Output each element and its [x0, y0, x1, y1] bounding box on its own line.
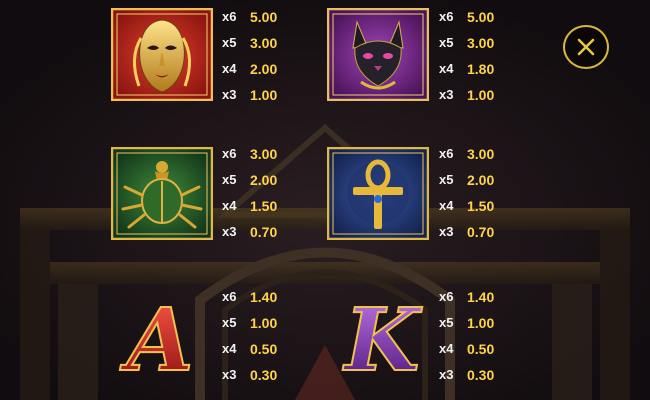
payout-value: 2.00: [250, 172, 278, 188]
payout-value: 5.00: [467, 9, 495, 25]
pay-row: x5 3.00: [222, 30, 312, 56]
pay-row: x5 2.00: [439, 167, 529, 193]
payout-value: 1.40: [467, 289, 495, 305]
count-label: x5: [439, 172, 454, 187]
payout-value: 1.00: [250, 87, 278, 103]
pay-row: x4 0.50: [222, 336, 312, 362]
payout-value: 5.00: [250, 9, 278, 25]
count-label: x3: [222, 87, 237, 102]
pay-row: x3 0.70: [439, 219, 529, 245]
pay-row: x4 1.50: [439, 193, 529, 219]
ankh-icon: [327, 147, 429, 240]
pay-row: x6 3.00: [222, 141, 312, 167]
payout-value: 0.70: [250, 224, 278, 240]
count-label: x4: [439, 341, 454, 356]
count-label: x4: [222, 341, 237, 356]
pay-row: x5 1.00: [222, 310, 312, 336]
count-label: x3: [439, 367, 454, 382]
paytable-letter-a: x6 1.40 x5 1.00 x4 0.50 x3 0.30: [222, 284, 312, 388]
payout-value: 3.00: [467, 35, 495, 51]
payout-value: 1.50: [467, 198, 495, 214]
payout-value: 0.50: [467, 341, 495, 357]
letter-k-glyph: K: [342, 290, 423, 382]
count-label: x6: [439, 289, 454, 304]
paytable-bastet-cat: x6 5.00 x5 3.00 x4 1.80 x3 1.00: [439, 4, 529, 108]
pay-row: x5 1.00: [439, 310, 529, 336]
count-label: x6: [222, 146, 237, 161]
count-label: x5: [222, 172, 237, 187]
pay-row: x6 1.40: [439, 284, 529, 310]
count-label: x5: [222, 35, 237, 50]
letter-a-glyph: A: [120, 290, 194, 382]
count-label: x5: [222, 315, 237, 330]
pay-row: x3 1.00: [222, 82, 312, 108]
pay-row: x5 2.00: [222, 167, 312, 193]
count-label: x4: [222, 61, 237, 76]
count-label: x6: [222, 289, 237, 304]
pay-row: x4 0.50: [439, 336, 529, 362]
payout-value: 1.00: [467, 315, 495, 331]
pay-row: x3 0.70: [222, 219, 312, 245]
count-label: x3: [439, 87, 454, 102]
payout-value: 1.00: [467, 87, 495, 103]
count-label: x5: [439, 315, 454, 330]
payout-value: 3.00: [250, 35, 278, 51]
paytable-ankh: x6 3.00 x5 2.00 x4 1.50 x3 0.70: [439, 141, 529, 245]
payout-value: 2.00: [250, 61, 278, 77]
count-label: x6: [222, 9, 237, 24]
payout-value: 3.00: [467, 146, 495, 162]
pay-row: x6 5.00: [222, 4, 312, 30]
pay-row: x4 1.50: [222, 193, 312, 219]
pay-row: x6 3.00: [439, 141, 529, 167]
temple-background: [0, 0, 650, 400]
pay-row: x6 5.00: [439, 4, 529, 30]
paytable-pharaoh-mask: x6 5.00 x5 3.00 x4 2.00 x3 1.00: [222, 4, 312, 108]
paytable-letter-k: x6 1.40 x5 1.00 x4 0.50 x3 0.30: [439, 284, 529, 388]
pay-row: x4 1.80: [439, 56, 529, 82]
count-label: x4: [222, 198, 237, 213]
pay-row: x3 0.30: [222, 362, 312, 388]
count-label: x3: [222, 367, 237, 382]
pay-row: x6 1.40: [222, 284, 312, 310]
pay-row: x3 0.30: [439, 362, 529, 388]
pay-row: x3 1.00: [439, 82, 529, 108]
count-label: x3: [439, 224, 454, 239]
paytable-scarab: x6 3.00 x5 2.00 x4 1.50 x3 0.70: [222, 141, 312, 245]
letter-k-icon: K: [340, 290, 424, 382]
count-label: x5: [439, 35, 454, 50]
payout-value: 1.40: [250, 289, 278, 305]
bastet-cat-icon: [327, 8, 429, 101]
payout-value: 3.00: [250, 146, 278, 162]
pharaoh-mask-icon: [111, 8, 213, 101]
payout-value: 0.30: [250, 367, 278, 383]
count-label: x4: [439, 198, 454, 213]
count-label: x3: [222, 224, 237, 239]
count-label: x4: [439, 61, 454, 76]
scarab-icon: [111, 147, 213, 240]
letter-a-icon: A: [118, 290, 202, 382]
payout-value: 1.00: [250, 315, 278, 331]
payout-value: 0.50: [250, 341, 278, 357]
payout-value: 0.30: [467, 367, 495, 383]
payout-value: 1.80: [467, 61, 495, 77]
close-button[interactable]: [563, 25, 609, 69]
payout-value: 0.70: [467, 224, 495, 240]
payout-value: 1.50: [250, 198, 278, 214]
payout-value: 2.00: [467, 172, 495, 188]
pay-row: x5 3.00: [439, 30, 529, 56]
close-icon: [577, 38, 595, 56]
pay-row: x4 2.00: [222, 56, 312, 82]
count-label: x6: [439, 146, 454, 161]
count-label: x6: [439, 9, 454, 24]
